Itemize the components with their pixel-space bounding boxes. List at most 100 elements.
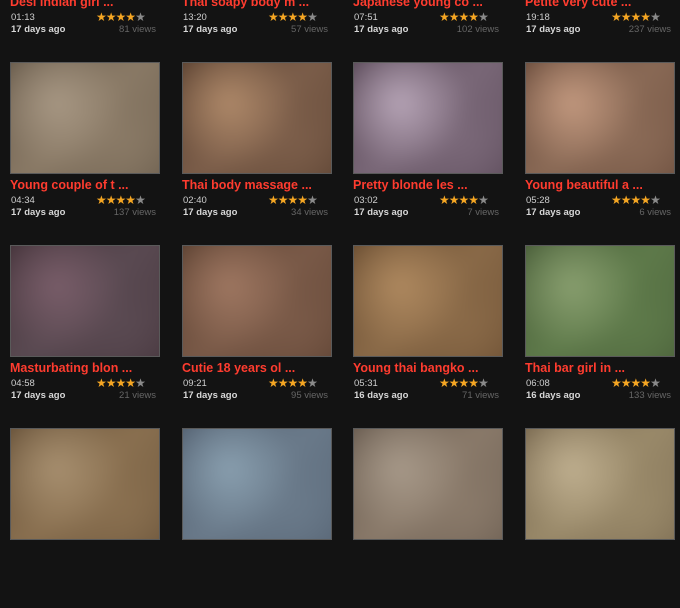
star-icon: ★ — [630, 193, 642, 207]
rating-stars[interactable]: ★★★★★ — [611, 10, 661, 24]
video-title[interactable]: Young beautiful a ... — [525, 178, 675, 192]
star-icon: ★ — [268, 376, 279, 390]
view-count: 137 views — [113, 207, 156, 218]
video-thumbnail[interactable] — [525, 245, 675, 357]
blurred-preview — [354, 246, 502, 356]
rating-stars[interactable]: ★★★★★ — [439, 193, 489, 207]
video-title[interactable]: Masturbating blon ... — [10, 361, 160, 375]
video-title[interactable]: Japanese young co ... — [353, 0, 503, 9]
star-icon: ★ — [620, 193, 632, 207]
video-card[interactable] — [10, 428, 160, 608]
video-card[interactable]: Thai bar girl in ... 06:08 ★★★★★ 16 days… — [525, 245, 675, 425]
star-icon: ★ — [611, 10, 622, 24]
video-duration: 03:02 — [354, 195, 378, 206]
upload-age: 17 days ago — [11, 390, 66, 401]
video-thumbnail[interactable] — [525, 428, 675, 540]
view-count: 133 views — [628, 390, 671, 401]
video-title[interactable]: Thai bar girl in ... — [525, 361, 675, 375]
video-thumbnail[interactable] — [182, 62, 332, 174]
video-title[interactable]: Desi indian girl ... — [10, 0, 160, 9]
star-icon: ★ — [439, 376, 450, 390]
video-card[interactable]: Pretty blonde les ... 03:02 ★★★★★ 17 day… — [353, 62, 503, 242]
star-icon: ★ — [478, 10, 489, 24]
video-card[interactable]: Japanese young co ... 07:51 ★★★★★ 17 day… — [353, 0, 503, 59]
star-icon: ★ — [277, 376, 289, 390]
star-icon: ★ — [611, 193, 622, 207]
star-icon: ★ — [105, 10, 117, 24]
video-thumbnail[interactable] — [10, 428, 160, 540]
view-count: 95 views — [291, 390, 328, 401]
blurred-preview — [183, 246, 331, 356]
video-card[interactable]: Desi indian girl ... 01:13 ★★★★★ 17 days… — [10, 0, 160, 59]
video-thumbnail[interactable] — [10, 245, 160, 357]
rating-stars[interactable]: ★★★★★ — [611, 193, 661, 207]
star-icon: ★ — [297, 10, 308, 24]
rating-stars[interactable]: ★★★★★ — [268, 193, 318, 207]
video-thumbnail[interactable] — [353, 245, 503, 357]
upload-age: 17 days ago — [183, 24, 238, 35]
blurred-preview — [11, 246, 159, 356]
video-title[interactable]: Cutie 18 years ol ... — [182, 361, 332, 375]
video-thumbnail[interactable] — [10, 62, 160, 174]
video-meta — [525, 561, 673, 573]
upload-age: 17 days ago — [526, 24, 581, 35]
star-icon: ★ — [297, 376, 308, 390]
rating-stars[interactable]: ★★★★★ — [268, 376, 318, 390]
star-icon: ★ — [630, 10, 642, 24]
star-icon: ★ — [307, 10, 318, 24]
video-thumbnail[interactable] — [525, 62, 675, 174]
video-card[interactable]: Thai soapy body m ... 13:20 ★★★★★ 17 day… — [182, 0, 332, 59]
star-icon: ★ — [448, 376, 460, 390]
rating-stars[interactable]: ★★★★★ — [96, 193, 146, 207]
video-meta: 09:21 ★★★★★ — [182, 376, 330, 390]
video-stats: 17 days ago 57 views — [182, 24, 330, 36]
rating-stars[interactable]: ★★★★★ — [268, 10, 318, 24]
rating-stars[interactable]: ★★★★★ — [439, 10, 489, 24]
view-count: 81 views — [119, 24, 156, 35]
video-card[interactable] — [182, 428, 332, 608]
star-icon: ★ — [458, 376, 470, 390]
video-meta: 02:40 ★★★★★ — [182, 193, 330, 207]
star-icon: ★ — [458, 10, 470, 24]
rating-stars[interactable]: ★★★★★ — [96, 376, 146, 390]
upload-age: 17 days ago — [11, 207, 66, 218]
video-thumbnail[interactable] — [182, 428, 332, 540]
video-card[interactable]: Young thai bangko ... 05:31 ★★★★★ 16 day… — [353, 245, 503, 425]
blurred-preview — [526, 246, 674, 356]
video-duration: 07:51 — [354, 12, 378, 23]
rating-stars[interactable]: ★★★★★ — [611, 376, 661, 390]
rating-stars[interactable]: ★★★★★ — [96, 10, 146, 24]
video-card[interactable] — [525, 428, 675, 608]
video-meta: 03:02 ★★★★★ — [353, 193, 501, 207]
video-title[interactable]: Young thai bangko ... — [353, 361, 503, 375]
video-thumbnail[interactable] — [353, 428, 503, 540]
video-card[interactable] — [353, 428, 503, 608]
video-thumbnail[interactable] — [353, 62, 503, 174]
video-title[interactable]: Pretty blonde les ... — [353, 178, 503, 192]
video-thumbnail[interactable] — [182, 245, 332, 357]
video-card[interactable]: Thai body massage ... 02:40 ★★★★★ 17 day… — [182, 62, 332, 242]
star-icon: ★ — [115, 376, 127, 390]
star-icon: ★ — [125, 193, 136, 207]
video-stats: 17 days ago 7 views — [353, 207, 501, 219]
video-card[interactable]: Masturbating blon ... 04:58 ★★★★★ 17 day… — [10, 245, 160, 425]
star-icon: ★ — [297, 193, 308, 207]
video-card[interactable]: Young beautiful a ... 05:28 ★★★★★ 17 day… — [525, 62, 675, 242]
video-title[interactable]: Young couple of t ... — [10, 178, 160, 192]
star-icon: ★ — [277, 193, 289, 207]
video-title[interactable]: Thai body massage ... — [182, 178, 332, 192]
video-title[interactable]: Thai soapy body m ... — [182, 0, 332, 9]
star-icon: ★ — [640, 376, 651, 390]
video-title[interactable]: Petite very cute ... — [525, 0, 675, 9]
star-icon: ★ — [468, 10, 479, 24]
upload-age: 17 days ago — [354, 207, 409, 218]
video-card[interactable]: Young couple of t ... 04:34 ★★★★★ 17 day… — [10, 62, 160, 242]
star-icon: ★ — [439, 193, 450, 207]
star-icon: ★ — [115, 10, 127, 24]
video-duration: 05:31 — [354, 378, 378, 389]
star-icon: ★ — [620, 10, 632, 24]
video-card[interactable]: Petite very cute ... 19:18 ★★★★★ 17 days… — [525, 0, 675, 59]
rating-stars[interactable]: ★★★★★ — [439, 376, 489, 390]
video-stats: 17 days ago 237 views — [525, 24, 673, 36]
video-card[interactable]: Cutie 18 years ol ... 09:21 ★★★★★ 17 day… — [182, 245, 332, 425]
